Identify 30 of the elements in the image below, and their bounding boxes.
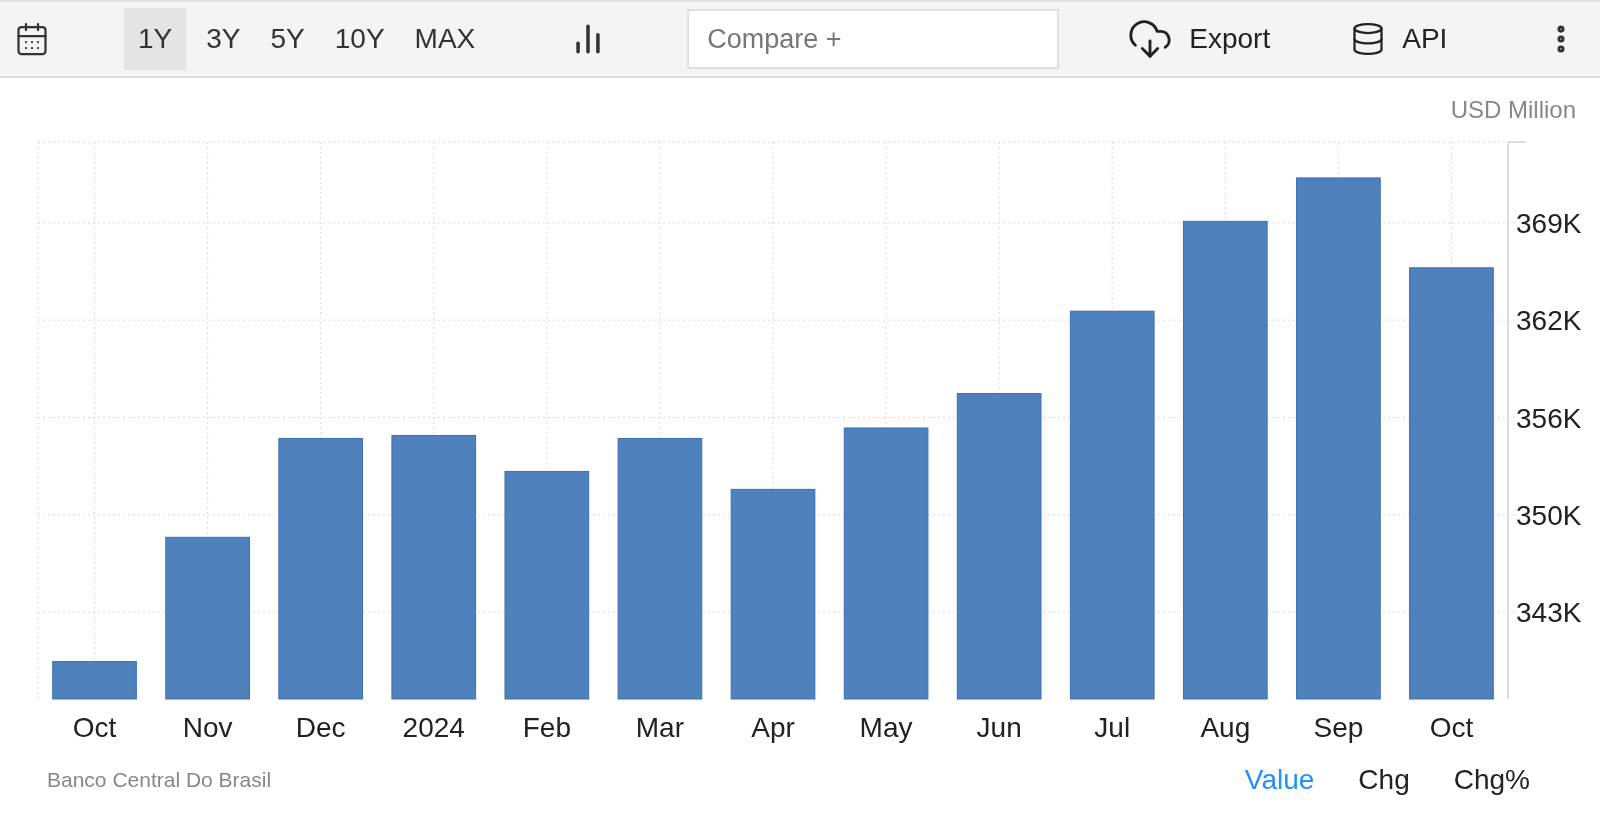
export-button[interactable]: Export [1123, 12, 1275, 66]
y-axis-label: 356K [1516, 402, 1582, 434]
x-axis-label: May [859, 712, 913, 743]
y-axis-label: 362K [1516, 305, 1582, 337]
source-text: Banco Central Do Brasil [47, 768, 273, 792]
view-tab[interactable]: Chg% [1453, 764, 1530, 796]
range-tab[interactable]: MAX [400, 8, 490, 70]
range-tab[interactable]: 1Y [124, 8, 187, 70]
x-axis-label: Mar [635, 712, 685, 743]
range-tab[interactable]: 10Y [320, 8, 399, 70]
x-axis-label: Sep [1313, 712, 1364, 743]
y-axis-label: 369K [1516, 207, 1582, 239]
view-tab[interactable]: Chg [1358, 764, 1410, 796]
y-axis-label: 350K [1516, 499, 1582, 531]
api-button[interactable]: API [1346, 17, 1452, 61]
y-axis-label: 343K [1516, 597, 1582, 629]
x-axis-label: Aug [1200, 712, 1251, 743]
range-tab[interactable]: 3Y [192, 8, 255, 70]
x-axis-label: 2024 [402, 712, 465, 743]
x-axis-label: Feb [522, 712, 571, 743]
range-tab[interactable]: 5Y [256, 8, 319, 70]
x-axis-label: Jul [1094, 712, 1131, 743]
x-axis-label: Nov [182, 712, 233, 743]
x-axis-label: Oct [1429, 712, 1474, 743]
x-axis-label: Jun [976, 712, 1022, 743]
unit-label: USD Million [1450, 96, 1576, 125]
x-axis-label: Dec [295, 712, 346, 743]
x-axis-label: Apr [751, 712, 795, 743]
x-axis-label: Oct [72, 712, 117, 743]
compare-field[interactable]: Compare + [687, 9, 1060, 69]
